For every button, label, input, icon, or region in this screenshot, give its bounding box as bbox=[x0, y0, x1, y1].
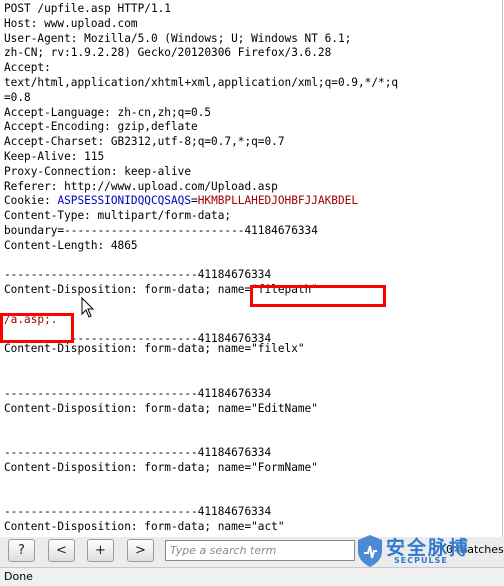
cookie-value: HKMBPLLAHEDJOHBFJJAKBDEL bbox=[197, 194, 359, 208]
header-proxy-connection: Proxy-Connection: keep-alive bbox=[4, 164, 192, 178]
search-input[interactable]: Type a search term bbox=[165, 540, 355, 561]
header-accept-value: text/html,application/xhtml+xml,applicat… bbox=[4, 75, 399, 89]
header-host: Host: www.upload.com bbox=[4, 16, 138, 30]
part4-boundary: -----------------------------41184676334 bbox=[4, 445, 272, 459]
mouse-pointer-icon bbox=[81, 297, 95, 318]
header-accept-value-cont: =0.8 bbox=[4, 90, 31, 104]
secpulse-watermark: 安全脉搏 SECPULSE bbox=[354, 532, 504, 570]
header-accept-language: Accept-Language: zh-cn,zh;q=0.5 bbox=[4, 105, 212, 119]
status-bar: Done bbox=[0, 567, 504, 586]
cookie-label: Cookie: bbox=[4, 194, 58, 208]
part1-boundary: -----------------------------41184676334 bbox=[4, 268, 272, 282]
filepath-value-highlight bbox=[0, 313, 74, 343]
part1-disposition-prefix: Content-Disposition: form-data; bbox=[4, 283, 212, 297]
header-accept-charset: Accept-Charset: GB2312,utf-8;q=0.7,*;q=0… bbox=[4, 135, 285, 149]
header-keep-alive: Keep-Alive: 115 bbox=[4, 149, 105, 163]
help-button[interactable]: ? bbox=[8, 539, 35, 562]
raw-request-text[interactable]: POST /upfile.asp HTTP/1.1 Host: www.uplo… bbox=[4, 2, 496, 535]
next-match-button[interactable]: > bbox=[127, 539, 154, 562]
header-user-agent: User-Agent: Mozilla/5.0 (Windows; U; Win… bbox=[4, 31, 352, 45]
previous-match-button[interactable]: < bbox=[48, 539, 75, 562]
part3-boundary: -----------------------------41184676334 bbox=[4, 386, 272, 400]
header-accept: Accept: bbox=[4, 61, 51, 75]
cookie-name: ASPSESSIONIDQQCQSAQS bbox=[57, 194, 192, 208]
request-line: POST /upfile.asp HTTP/1.1 bbox=[4, 2, 171, 15]
header-content-type: Content-Type: multipart/form-data; bbox=[4, 209, 232, 223]
shield-logo-icon bbox=[358, 535, 382, 567]
part1-value-line: /a.asp;. bbox=[4, 313, 496, 328]
header-user-agent-cont: zh-CN; rv:1.9.2.28) Gecko/20120306 Firef… bbox=[4, 46, 332, 60]
watermark-en-text: SECPULSE bbox=[394, 556, 448, 565]
request-viewer[interactable]: POST /upfile.asp HTTP/1.1 Host: www.uplo… bbox=[0, 0, 503, 538]
add-button[interactable]: + bbox=[87, 539, 114, 562]
part3-disposition: Content-Disposition: form-data; name="Ed… bbox=[4, 401, 318, 415]
filepath-name-highlight bbox=[250, 285, 386, 307]
cookie-equals: = bbox=[191, 194, 198, 208]
header-referer: Referer: http://www.upload.com/Upload.as… bbox=[4, 179, 278, 193]
part5-boundary: -----------------------------41184676334 bbox=[4, 505, 272, 519]
header-boundary: boundary=---------------------------4118… bbox=[4, 223, 318, 237]
header-content-length: Content-Length: 4865 bbox=[4, 238, 138, 252]
header-accept-encoding: Accept-Encoding: gzip,deflate bbox=[4, 120, 198, 134]
search-placeholder: Type a search term bbox=[170, 544, 277, 557]
status-text: Done bbox=[4, 570, 33, 583]
part4-disposition: Content-Disposition: form-data; name="Fo… bbox=[4, 460, 318, 474]
header-cookie: Cookie: ASPSESSIONIDQQCQSAQS=HKMBPLLAHED… bbox=[4, 194, 496, 209]
